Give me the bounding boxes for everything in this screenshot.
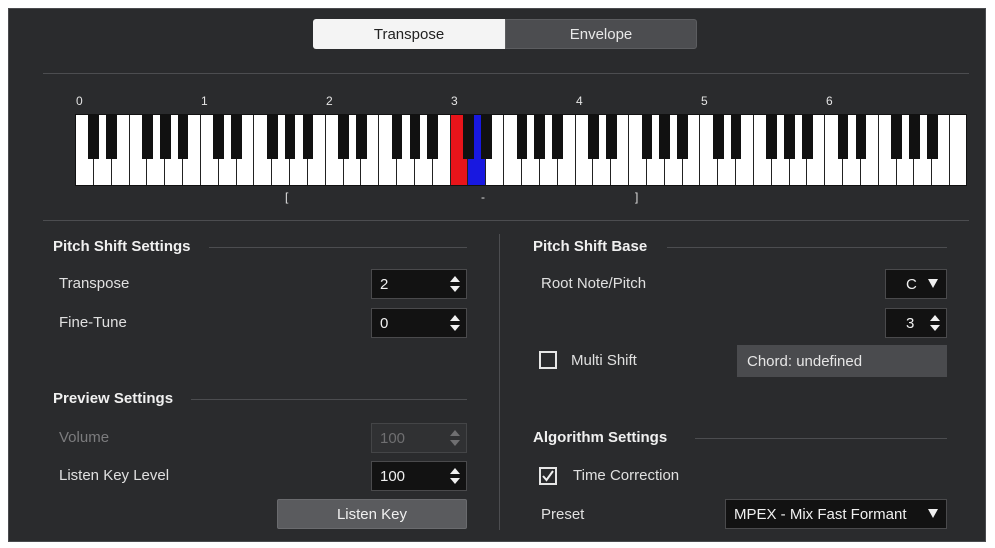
octave-spinbox[interactable]: 3 xyxy=(885,308,947,338)
checkmark-icon xyxy=(542,470,554,482)
listen-key-level-spinbox[interactable]: 100 xyxy=(371,461,467,491)
up-down-arrows-icon[interactable] xyxy=(450,314,460,332)
tab-envelope[interactable]: Envelope xyxy=(505,19,697,49)
fine-tune-label: Fine-Tune xyxy=(59,314,127,331)
volume-spinbox[interactable]: 100 xyxy=(371,423,467,453)
listen-key-level-value: 100 xyxy=(380,467,406,485)
black-key-asharp0[interactable] xyxy=(177,115,189,159)
pitch-shift-base-title: Pitch Shift Base xyxy=(533,238,648,255)
black-key-fsharp3[interactable] xyxy=(516,115,528,159)
chord-display: Chord: undefined xyxy=(737,345,947,377)
dropdown-caret-icon xyxy=(928,509,938,518)
up-down-arrows-icon[interactable] xyxy=(450,275,460,293)
volume-label: Volume xyxy=(59,429,110,446)
multi-shift-checkbox[interactable] xyxy=(539,351,557,369)
preset-label: Preset xyxy=(541,506,585,523)
section-rule xyxy=(695,438,947,439)
fine-tune-spinbox[interactable]: 0 xyxy=(371,308,467,338)
octave-label-1: 1 xyxy=(201,94,208,108)
black-key-asharp5[interactable] xyxy=(802,115,813,159)
volume-value: 100 xyxy=(380,429,406,447)
section-rule xyxy=(191,399,467,400)
black-key-fsharp2[interactable] xyxy=(391,115,403,159)
black-key-dsharp1[interactable] xyxy=(231,115,242,159)
black-key-csharp1[interactable] xyxy=(213,115,225,159)
black-key-fsharp0[interactable] xyxy=(142,115,153,159)
center-marker: - xyxy=(481,190,485,204)
black-key-gsharp5[interactable] xyxy=(784,115,795,159)
octave-value: 3 xyxy=(906,314,915,332)
black-key-asharp6[interactable] xyxy=(926,115,938,159)
header-divider xyxy=(43,73,969,74)
black-key-csharp5[interactable] xyxy=(712,115,724,159)
black-key-gsharp2[interactable] xyxy=(409,115,421,159)
up-down-arrows-icon[interactable] xyxy=(450,467,460,485)
black-key-csharp4[interactable] xyxy=(588,115,599,159)
black-key-csharp0[interactable] xyxy=(88,115,100,159)
transpose-setup-panel: Transpose Envelope 0 1 2 3 4 5 6 [ - ] P… xyxy=(8,8,986,542)
black-key-dsharp2[interactable] xyxy=(356,115,367,159)
time-correction-checkbox[interactable] xyxy=(539,467,557,485)
dropdown-caret-icon xyxy=(928,279,938,288)
black-key-asharp3[interactable] xyxy=(552,115,564,159)
keyboard-area: 0 1 2 3 4 5 6 [ - ] xyxy=(75,94,967,210)
multi-shift-label: Multi Shift xyxy=(571,352,637,369)
pitch-shift-settings-title: Pitch Shift Settings xyxy=(53,238,191,255)
transpose-value: 2 xyxy=(380,275,389,293)
black-key-dsharp0[interactable] xyxy=(106,115,118,159)
listen-key-level-label: Listen Key Level xyxy=(59,467,170,484)
black-key-gsharp3[interactable] xyxy=(534,115,546,159)
black-key-gsharp1[interactable] xyxy=(284,115,296,159)
fine-tune-value: 0 xyxy=(380,314,389,332)
tab-transpose[interactable]: Transpose xyxy=(313,19,505,49)
octave-label-5: 5 xyxy=(701,94,708,108)
root-note-select[interactable]: C xyxy=(885,269,947,299)
black-key-csharp3[interactable] xyxy=(463,115,474,159)
column-divider xyxy=(499,234,500,530)
up-down-arrows-icon[interactable] xyxy=(930,314,940,332)
black-key-csharp6[interactable] xyxy=(837,115,849,159)
octave-label-2: 2 xyxy=(326,94,333,108)
black-key-dsharp5[interactable] xyxy=(730,115,742,159)
range-start-marker: [ xyxy=(285,190,289,204)
section-rule xyxy=(209,247,467,248)
algorithm-settings-title: Algorithm Settings xyxy=(533,429,668,446)
black-key-csharp2[interactable] xyxy=(338,115,349,159)
black-key-dsharp3[interactable] xyxy=(480,115,492,159)
piano-keyboard[interactable] xyxy=(75,114,967,186)
preset-value: MPEX - Mix Fast Formant xyxy=(734,505,907,523)
octave-label-0: 0 xyxy=(76,94,83,108)
octave-label-6: 6 xyxy=(826,94,833,108)
transpose-label: Transpose xyxy=(59,275,130,292)
octave-label-4: 4 xyxy=(576,94,583,108)
range-end-marker: ] xyxy=(635,190,639,204)
black-key-dsharp4[interactable] xyxy=(605,115,617,159)
white-key-c7[interactable] xyxy=(950,115,966,185)
black-key-fsharp6[interactable] xyxy=(891,115,902,159)
black-key-asharp1[interactable] xyxy=(302,115,314,159)
keyboard-divider xyxy=(43,220,969,221)
black-key-fsharp1[interactable] xyxy=(266,115,278,159)
preset-select[interactable]: MPEX - Mix Fast Formant xyxy=(725,499,947,529)
root-note-label: Root Note/Pitch xyxy=(541,275,647,292)
up-down-arrows-icon[interactable] xyxy=(450,429,460,447)
black-key-dsharp6[interactable] xyxy=(855,115,867,159)
preview-settings-title: Preview Settings xyxy=(53,390,174,407)
black-key-gsharp6[interactable] xyxy=(909,115,920,159)
octave-label-3: 3 xyxy=(451,94,458,108)
black-key-asharp2[interactable] xyxy=(427,115,439,159)
transpose-spinbox[interactable]: 2 xyxy=(371,269,467,299)
root-note-value: C xyxy=(906,275,917,293)
time-correction-label: Time Correction xyxy=(573,467,680,484)
black-key-asharp4[interactable] xyxy=(677,115,688,159)
listen-key-button[interactable]: Listen Key xyxy=(277,499,467,529)
black-key-fsharp4[interactable] xyxy=(641,115,653,159)
black-key-gsharp0[interactable] xyxy=(159,115,171,159)
black-key-gsharp4[interactable] xyxy=(659,115,671,159)
black-key-fsharp5[interactable] xyxy=(766,115,778,159)
section-rule xyxy=(667,247,947,248)
